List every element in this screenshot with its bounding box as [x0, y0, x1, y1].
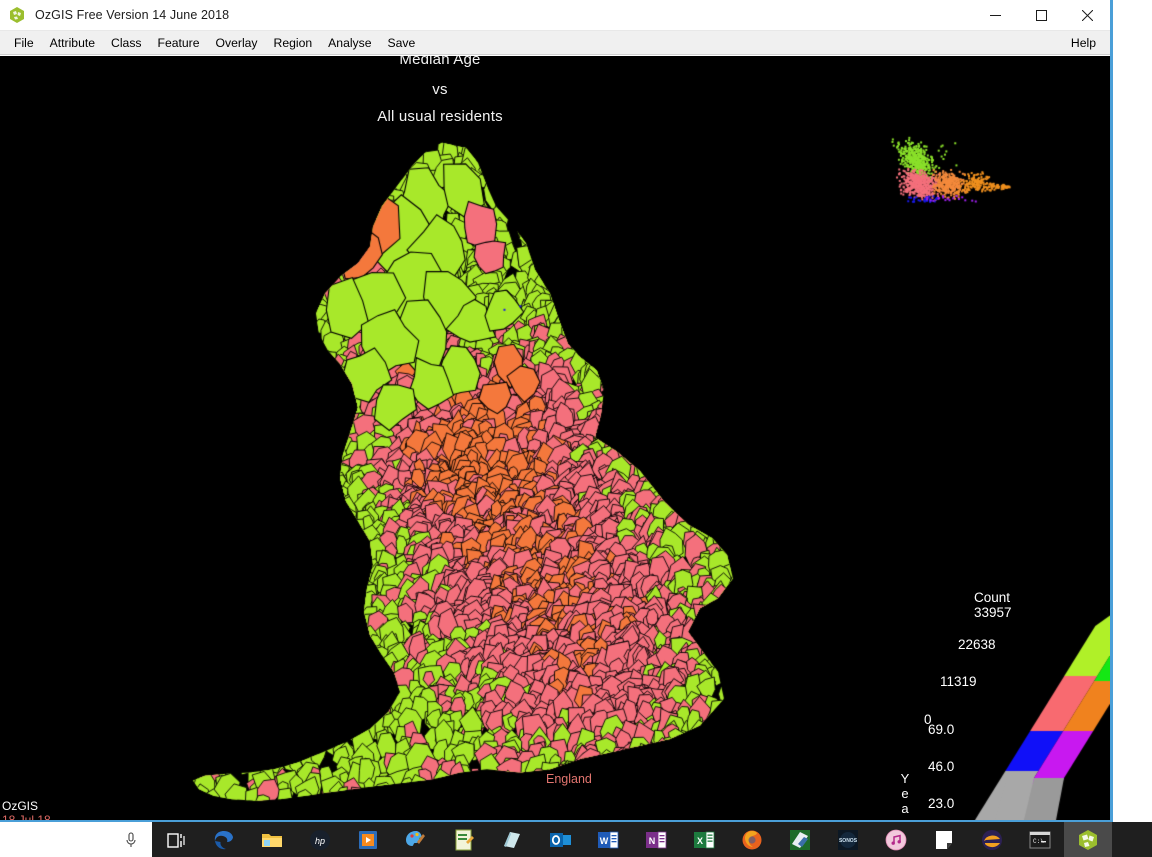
- england-choropleth-map[interactable]: [150, 126, 770, 816]
- itunes-icon[interactable]: [872, 822, 920, 857]
- maximize-icon: [1036, 10, 1047, 21]
- menu-item-class[interactable]: Class: [103, 34, 149, 52]
- ozgis-window: OzGIS Free Version 14 June 2018: [0, 0, 1113, 822]
- microphone-icon: [124, 831, 138, 849]
- legend-count-value: 33957: [974, 605, 1012, 620]
- svg-text:SONOS: SONOS: [839, 838, 858, 844]
- legend-count-tick-2: 11319: [940, 674, 977, 689]
- onenote-icon[interactable]: N: [632, 822, 680, 857]
- menu-item-region[interactable]: Region: [266, 34, 321, 52]
- onedrive-notes-icon[interactable]: [488, 822, 536, 857]
- sticky-notes-icon[interactable]: [920, 822, 968, 857]
- command-prompt-icon[interactable]: C:\: [1016, 822, 1064, 857]
- hp-support-icon[interactable]: hp: [296, 822, 344, 857]
- menu-bar: File Attribute Class Feature Overlay Reg…: [0, 31, 1110, 55]
- task-view-icon[interactable]: [152, 822, 200, 857]
- sketchup-icon[interactable]: [776, 822, 824, 857]
- outlook-icon[interactable]: [536, 822, 584, 857]
- legend-3d[interactable]: Count 33957 22638 11319 0 69.0 46.0 23.0…: [880, 526, 1110, 820]
- window-title: OzGIS Free Version 14 June 2018: [35, 8, 229, 22]
- minimize-icon: [990, 10, 1001, 21]
- footer-app-name: OzGIS: [2, 799, 38, 813]
- svg-text:W: W: [600, 836, 609, 846]
- title-bar: OzGIS Free Version 14 June 2018: [0, 0, 1110, 31]
- menu-item-analyse[interactable]: Analyse: [320, 34, 379, 52]
- svg-text:X: X: [697, 836, 703, 846]
- chart-title-line3: All usual residents: [0, 108, 880, 125]
- word-icon[interactable]: W: [584, 822, 632, 857]
- legend-years-tick-2: 46.0: [928, 759, 954, 774]
- legend-years-axis-char: a: [898, 801, 912, 816]
- screen: OzGIS Free Version 14 June 2018: [0, 0, 1152, 857]
- scatter-plot[interactable]: [885, 131, 1025, 221]
- green-globe-icon: [8, 6, 26, 24]
- search-input[interactable]: [0, 822, 152, 857]
- map-canvas[interactable]: Median Age vs All usual residents Englan…: [0, 56, 1110, 820]
- firefox-icon[interactable]: [728, 822, 776, 857]
- sonos-icon[interactable]: SONOS: [824, 822, 872, 857]
- notepad-plus-icon[interactable]: [440, 822, 488, 857]
- legend-years-axis-label: Years: [898, 771, 912, 820]
- legend-years-tick-3: 23.0: [928, 796, 954, 811]
- paint-icon[interactable]: [392, 822, 440, 857]
- legend-years-axis-char: r: [898, 816, 912, 820]
- chart-title-line2: vs: [0, 81, 880, 98]
- menu-item-save[interactable]: Save: [380, 34, 424, 52]
- excel-icon[interactable]: X: [680, 822, 728, 857]
- svg-text:hp: hp: [315, 836, 325, 846]
- menu-item-attribute[interactable]: Attribute: [42, 34, 103, 52]
- legend-years-axis-char: Y: [898, 771, 912, 786]
- window-controls: [972, 0, 1110, 31]
- menu-item-feature[interactable]: Feature: [150, 34, 208, 52]
- footer-date: 18 Jul 18: [2, 813, 51, 820]
- menu-item-overlay[interactable]: Overlay: [208, 34, 266, 52]
- media-player-icon[interactable]: [344, 822, 392, 857]
- menu-item-file[interactable]: File: [6, 34, 42, 52]
- taskbar: hp: [0, 822, 1152, 857]
- region-label: England: [546, 772, 592, 786]
- eclipse-icon[interactable]: [968, 822, 1016, 857]
- legend-years-axis-char: e: [898, 786, 912, 801]
- chart-title-line1: Median Age: [0, 56, 880, 68]
- close-icon: [1082, 10, 1093, 21]
- file-explorer-icon[interactable]: [248, 822, 296, 857]
- edge-browser-icon[interactable]: [200, 822, 248, 857]
- minimize-button[interactable]: [972, 0, 1018, 31]
- svg-text:N: N: [649, 836, 656, 846]
- close-button[interactable]: [1064, 0, 1110, 31]
- ozgis-icon[interactable]: [1064, 822, 1112, 857]
- maximize-button[interactable]: [1018, 0, 1064, 31]
- legend-years-tick-1: 69.0: [928, 722, 954, 737]
- legend-count-label: Count: [974, 590, 1010, 605]
- menu-item-help[interactable]: Help: [1067, 34, 1100, 52]
- legend-count-tick-1: 22638: [958, 637, 996, 652]
